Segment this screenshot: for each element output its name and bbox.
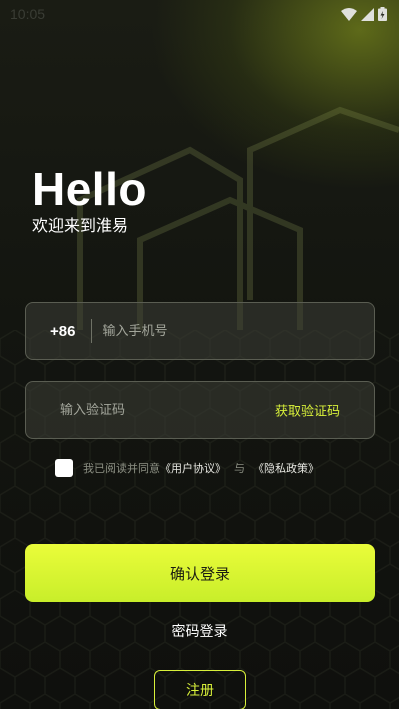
status-bar: 10:05 [0,0,399,28]
agreement-checkbox[interactable] [55,459,73,477]
verification-code-input[interactable] [60,402,240,418]
phone-input[interactable] [102,323,323,339]
page-subtitle: 欢迎来到淮易 [32,216,129,235]
page-title: Hello [32,163,147,215]
battery-icon [378,7,387,21]
agreement-text: 我已阅读并同意 [83,462,160,475]
privacy-policy-link[interactable]: 《隐私政策》 [253,460,319,476]
register-button[interactable]: 注册 [154,670,246,709]
agreement-row: 我已阅读并同意 《用户协议》 与 《隐私政策》 [55,459,319,477]
user-agreement-link[interactable]: 《用户协议》 [160,460,226,476]
get-code-button[interactable]: 获取验证码 [275,401,340,420]
cellular-signal-icon [361,7,374,21]
confirm-login-button[interactable]: 确认登录 [25,544,375,602]
password-login-link[interactable]: 密码登录 [0,621,399,641]
agreement-and-text: 与 [234,462,245,475]
field-divider [91,319,93,343]
status-time: 10:05 [10,6,46,22]
status-icons [341,7,387,21]
phone-field-container: +86 [25,302,375,360]
code-field-container: 获取验证码 [25,381,375,439]
wifi-icon [341,7,357,21]
country-code-prefix[interactable]: +86 [50,323,75,340]
